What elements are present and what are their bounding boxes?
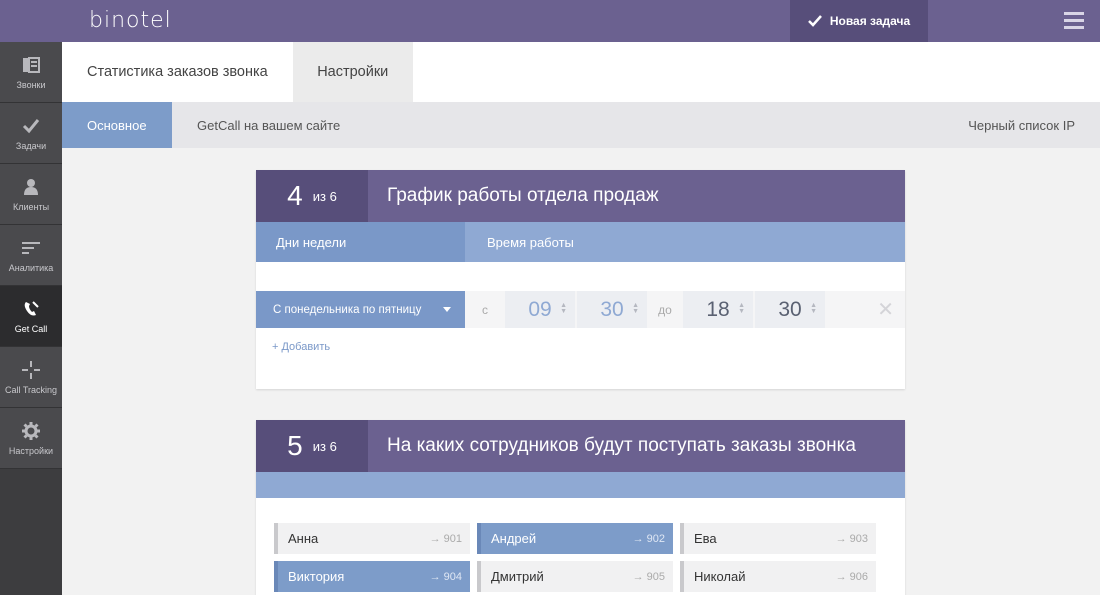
phone-book-icon <box>23 56 40 73</box>
days-dropdown-value: С понедельника по пятницу <box>273 303 422 316</box>
employee-item[interactable]: Андрей → 902 <box>477 523 673 554</box>
sidebar-item-label: Аналитика <box>8 262 54 273</box>
step-total: из 6 <box>312 188 337 204</box>
sub-tabs: Основное GetCall на вашем сайте Черный с… <box>62 102 1100 148</box>
sidebar-item-label: Get Call <box>14 323 48 334</box>
to-hour-stepper[interactable]: 18 ▲ ▼ <box>683 291 753 328</box>
subtab-main[interactable]: Основное <box>62 102 172 148</box>
step-indicator: 5 из 6 <box>256 420 368 472</box>
employee-name: Николай <box>694 569 746 584</box>
sidebar-item-label: Клиенты <box>12 201 50 212</box>
employee-name: Дмитрий <box>491 569 544 584</box>
sidebar-item-tasks[interactable]: Задачи <box>0 103 62 164</box>
step-indicator: 4 из 6 <box>256 170 368 222</box>
sidebar-item-settings[interactable]: Настройки <box>0 408 62 469</box>
sidebar-item-label: Call Tracking <box>4 384 58 395</box>
brand-logo: binotel <box>89 8 172 33</box>
schedule-card: 4 из 6 График работы отдела продаж Дни н… <box>256 170 905 389</box>
close-icon[interactable]: ✕ <box>877 297 894 322</box>
days-dropdown[interactable]: С понедельника по пятницу <box>256 291 465 328</box>
stepper-arrows-icon[interactable]: ▲ ▼ <box>632 302 639 315</box>
step-number: 5 <box>287 430 303 461</box>
employee-extension: → 904 <box>429 570 462 583</box>
column-days-header: Дни недели <box>256 222 465 262</box>
gear-icon <box>22 421 40 440</box>
phone-call-icon <box>24 300 39 315</box>
card-header: 4 из 6 График работы отдела продаж <box>256 170 905 222</box>
employee-name: Андрей <box>491 531 537 546</box>
sidebar-item-clients[interactable]: Клиенты <box>0 164 62 225</box>
employee-item[interactable]: Анна → 901 <box>274 523 470 554</box>
schedule-columns: Дни недели Время работы <box>256 222 905 262</box>
checkmark-icon <box>22 118 40 133</box>
sidebar-item-label: Настройки <box>8 445 54 456</box>
from-hour-stepper[interactable]: 09 ▲ ▼ <box>505 291 575 328</box>
main-tabs: Статистика заказов звонка Настройки <box>62 42 1100 102</box>
subtab-getcall-site[interactable]: GetCall на вашем сайте <box>172 102 365 148</box>
sidebar: Звонки Задачи Клиенты Аналитика Get Call… <box>0 0 62 595</box>
employee-item[interactable]: Дмитрий → 905 <box>477 561 673 592</box>
tab-settings[interactable]: Настройки <box>292 42 413 102</box>
subtab-ip-blacklist[interactable]: Черный список IP <box>943 102 1100 148</box>
to-label: до <box>658 302 672 317</box>
sidebar-item-calltracking[interactable]: Call Tracking <box>0 347 62 408</box>
menu-icon[interactable] <box>1064 12 1084 30</box>
new-task-button[interactable]: Новая задача <box>790 0 928 42</box>
to-minute-stepper[interactable]: 30 ▲ ▼ <box>755 291 825 328</box>
from-label: с <box>482 302 488 317</box>
employee-extension: → 905 <box>632 570 665 583</box>
employee-name: Анна <box>288 531 319 546</box>
step-number: 4 <box>287 180 303 211</box>
employee-extension: → 901 <box>429 532 462 545</box>
user-icon <box>24 178 38 195</box>
card-title: На каких сотрудников будут поступать зак… <box>387 435 856 456</box>
card-header: 5 из 6 На каких сотрудников будут поступ… <box>256 420 905 472</box>
employee-item[interactable]: Виктория → 904 <box>274 561 470 592</box>
employee-extension: → 902 <box>632 532 665 545</box>
schedule-row: С понедельника по пятницу с 09 ▲ ▼ 30 ▲ ▼ до… <box>256 291 905 328</box>
employee-item[interactable]: Николай → 906 <box>680 561 876 592</box>
sidebar-item-getcall[interactable]: Get Call <box>0 286 62 347</box>
step-total: из 6 <box>312 438 337 454</box>
checkmark-icon <box>807 15 822 27</box>
employee-item[interactable]: Ева → 903 <box>680 523 876 554</box>
employee-name: Виктория <box>288 569 345 584</box>
from-minute-stepper[interactable]: 30 ▲ ▼ <box>577 291 647 328</box>
employee-name: Ева <box>694 531 717 546</box>
card-strip <box>256 472 905 498</box>
employees-card: 5 из 6 На каких сотрудников будут поступ… <box>256 420 905 595</box>
employee-extension: → 906 <box>835 570 868 583</box>
crosshair-icon <box>22 360 40 379</box>
card-title: График работы отдела продаж <box>387 185 659 206</box>
tab-statistics[interactable]: Статистика заказов звонка <box>62 42 293 102</box>
column-time-header: Время работы <box>487 234 574 250</box>
stepper-arrows-icon[interactable]: ▲ ▼ <box>738 302 745 315</box>
chevron-down-icon <box>443 307 451 312</box>
sidebar-item-calls[interactable]: Звонки <box>0 42 62 103</box>
to-hour-value: 18 <box>706 297 730 321</box>
from-hour-value: 09 <box>528 297 552 321</box>
sidebar-item-label: Задачи <box>15 140 47 151</box>
sidebar-item-analytics[interactable]: Аналитика <box>0 225 62 286</box>
stepper-arrows-icon[interactable]: ▲ ▼ <box>810 302 817 315</box>
analytics-icon <box>22 241 40 254</box>
top-bar: binotel Новая задача <box>62 0 1100 42</box>
stepper-arrows-icon[interactable]: ▲ ▼ <box>560 302 567 315</box>
sidebar-item-label: Звонки <box>16 79 46 90</box>
from-minute-value: 30 <box>600 297 624 321</box>
add-schedule-link[interactable]: + Добавить <box>272 341 330 353</box>
to-minute-value: 30 <box>778 297 802 321</box>
sidebar-header <box>0 0 62 42</box>
new-task-label: Новая задача <box>829 14 911 28</box>
employee-extension: → 903 <box>835 532 868 545</box>
